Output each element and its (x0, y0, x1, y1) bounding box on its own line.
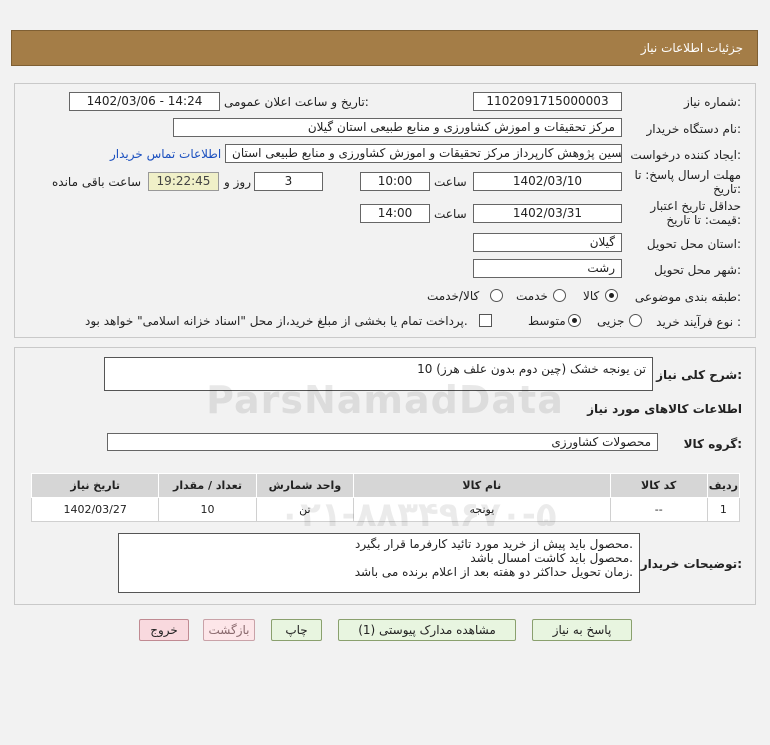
buyer-notes-field: محصول باید پیش از خرید مورد تائید کارفرم… (118, 533, 640, 593)
reply-date-field: 1402/03/10 (473, 172, 622, 191)
buyer-note-line: محصول باید کاشت امسال باشد. (470, 551, 633, 565)
process-minor-label: جزیی (597, 314, 625, 328)
process-medium-radio[interactable] (568, 314, 581, 327)
delivery-province-label: استان محل تحویل: (646, 237, 741, 251)
back-button[interactable]: بازگشت (203, 619, 255, 641)
item-qty-cell: 10 (158, 497, 257, 522)
print-button[interactable]: چاپ (271, 619, 322, 641)
delivery-city-field: رشت (473, 259, 622, 278)
treasury-payment-checkbox[interactable] (479, 314, 492, 327)
table-row: 1 -- یونجه تن 10 1402/03/27 (30, 497, 741, 522)
announce-datetime-label: تاریخ و ساعت اعلان عمومی: (224, 95, 369, 109)
announce-datetime-field: 1402/03/06 - 14:24 (69, 92, 220, 111)
items-table: ردیف کد کالا نام کالا واحد شمارش تعداد /… (30, 473, 741, 522)
category-goods-service-label: کالا/خدمت (427, 289, 480, 303)
category-service-radio[interactable] (553, 289, 566, 302)
reply-deadline-label-2: تاریخ: (713, 182, 741, 196)
goods-section-title: اطلاعات کالاهای مورد نیاز (587, 402, 742, 416)
col-row-header: ردیف (706, 473, 741, 498)
item-date-cell: 1402/03/27 (30, 497, 160, 522)
category-goods-service-radio[interactable] (490, 289, 503, 302)
delivery-province-field: گیلان (473, 233, 622, 252)
price-validity-label-1: حداقل تاریخ اعتبار (650, 199, 741, 213)
remaining-label: ساعت باقی مانده (52, 175, 142, 189)
col-date-header: تاریخ نیاز (30, 473, 160, 498)
requester-field: حسین پژوهش کارپرداز مرکز تحقیقات و اموزش… (225, 144, 622, 163)
category-service-label: خدمت (516, 289, 548, 303)
general-description-field: 10 تن یونجه خشک (چین دوم بدون علف هرز) (104, 357, 653, 391)
price-validity-time-label: ساعت (434, 207, 467, 221)
price-validity-time-field: 14:00 (360, 204, 430, 223)
page-header: جزئیات اطلاعات نیاز (11, 30, 758, 66)
days-label: روز و (224, 175, 251, 189)
exit-button[interactable]: خروج (139, 619, 189, 641)
purchase-process-label: نوع فرآیند خرید : (656, 315, 741, 329)
attachments-button[interactable]: مشاهده مدارک پیوستی (1) (338, 619, 516, 641)
item-code-cell: -- (609, 497, 708, 522)
general-description-label: شرح کلی نیاز: (656, 368, 742, 382)
buyer-notes-label: توضیحات خریدار: (640, 557, 742, 571)
item-name-cell: یونجه (353, 497, 611, 522)
buyer-note-line: زمان تحویل حداکثر دو هفته بعد از اعلام ب… (354, 565, 633, 579)
goods-group-label: گروه کالا: (683, 437, 742, 451)
col-qty-header: تعداد / مقدار (158, 473, 257, 498)
category-label: طبقه بندی موضوعی: (634, 290, 741, 304)
requester-label: ایجاد کننده درخواست: (630, 148, 741, 162)
col-name-header: نام کالا (353, 473, 611, 498)
items-table-header: ردیف کد کالا نام کالا واحد شمارش تعداد /… (30, 473, 741, 498)
reply-button[interactable]: پاسخ به نیاز (532, 619, 632, 641)
buyer-org-label: نام دستگاه خریدار: (646, 122, 742, 136)
buyer-note-line: محصول باید پیش از خرید مورد تائید کارفرم… (354, 537, 633, 551)
remaining-time-field: 19:22:45 (148, 172, 219, 191)
process-minor-radio[interactable] (629, 314, 642, 327)
col-code-header: کد کالا (609, 473, 708, 498)
reply-deadline-label-1: مهلت ارسال پاسخ: تا (634, 168, 741, 182)
col-unit-header: واحد شمارش (255, 473, 355, 498)
buyer-org-field: مرکز تحقیقات و اموزش کشاورزی و منابع طبی… (173, 118, 622, 137)
need-number-label: شماره نیاز: (683, 95, 741, 109)
item-unit-cell: تن (255, 497, 355, 522)
reply-time-label: ساعت (434, 175, 467, 189)
process-medium-label: متوسط (528, 314, 566, 328)
page-title: جزئیات اطلاعات نیاز (640, 41, 743, 55)
buyer-contact-link[interactable]: اطلاعات تماس خریدار (110, 147, 221, 161)
reply-days-field: 3 (254, 172, 323, 191)
category-goods-label: کالا (583, 289, 600, 303)
delivery-city-label: شهر محل تحویل: (654, 263, 741, 277)
treasury-payment-label: پرداخت تمام یا بخشی از مبلغ خرید،از محل … (85, 314, 468, 328)
row-number-cell: 1 (706, 497, 741, 522)
category-goods-radio[interactable] (605, 289, 618, 302)
price-validity-label-2: قیمت: تا تاریخ: (666, 213, 741, 227)
reply-time-field: 10:00 (360, 172, 430, 191)
price-validity-date-field: 1402/03/31 (473, 204, 622, 223)
goods-group-field: محصولات کشاورزی (107, 433, 658, 451)
need-number-field: 1102091715000003 (473, 92, 622, 111)
